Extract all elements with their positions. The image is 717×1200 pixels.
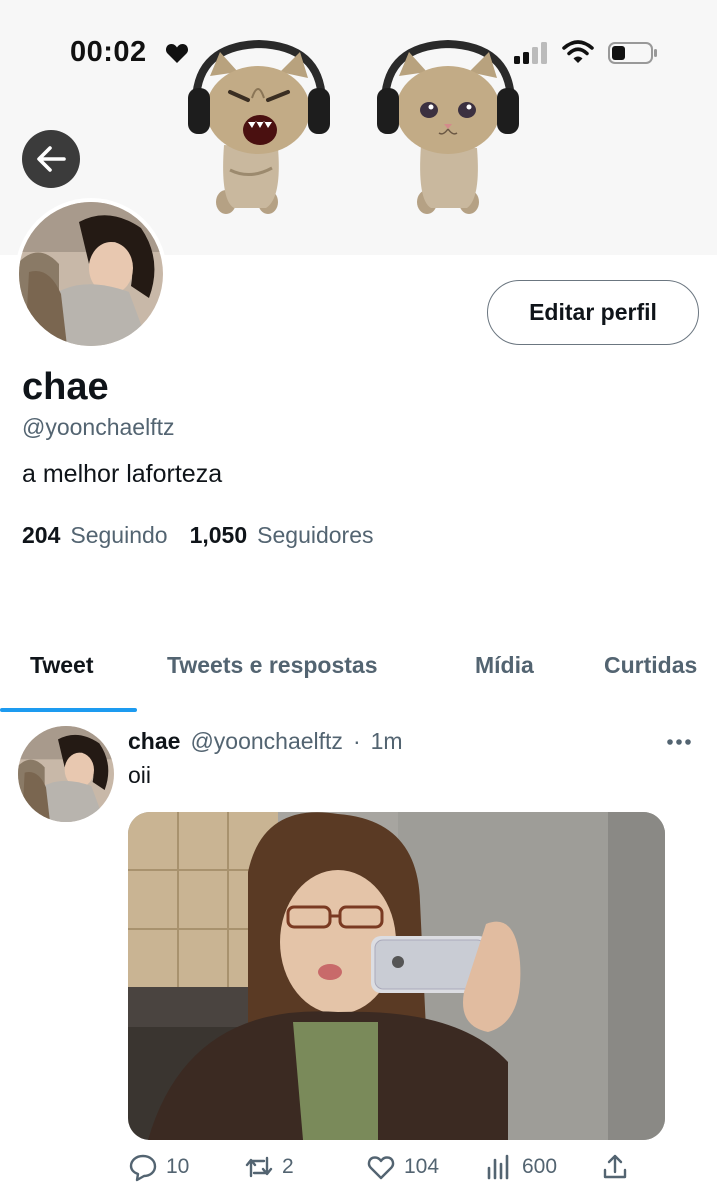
tab-tweet[interactable]: Tweet (30, 652, 93, 679)
profile-handle: @yoonchaelftz (22, 414, 175, 440)
cat-headphones-image (188, 40, 330, 214)
battery-icon (608, 42, 657, 64)
like-button[interactable]: 104 (366, 1152, 439, 1182)
more-icon[interactable] (666, 732, 692, 752)
reply-icon (129, 1154, 157, 1182)
back-button[interactable] (22, 130, 80, 188)
tweet-avatar[interactable] (18, 726, 114, 822)
views-button[interactable]: 600 (484, 1152, 557, 1182)
views-count: 600 (522, 1155, 558, 1178)
tweet-author-name[interactable]: chae (128, 728, 180, 755)
avatar-photo (19, 202, 163, 346)
retweet-icon (245, 1156, 273, 1178)
status-time: 00:02 (70, 36, 147, 68)
back-arrow-icon (37, 146, 66, 172)
following-label: Seguindo (70, 522, 168, 548)
follow-stats: 204 Seguindo 1,050 Seguidores (22, 522, 374, 549)
tab-tweets-replies[interactable]: Tweets e respostas (167, 652, 378, 679)
avatar-photo (18, 726, 114, 822)
tab-likes[interactable]: Curtidas (604, 652, 697, 679)
profile-bio: a melhor laforteza (22, 460, 223, 488)
tab-active-indicator (0, 708, 137, 712)
tweet-timestamp[interactable]: 1m (371, 728, 403, 755)
like-icon (367, 1156, 395, 1180)
share-icon (603, 1154, 627, 1179)
cat-headphones-image (377, 40, 519, 214)
edit-profile-button[interactable]: Editar perfil (487, 280, 699, 345)
tweet-header: chae @yoonchaelftz · 1m (128, 728, 403, 755)
like-count: 104 (404, 1155, 440, 1178)
followers-count: 1,050 (189, 522, 248, 548)
profile-name: chae (22, 366, 109, 408)
tweet-author-handle[interactable]: @yoonchaelftz (190, 728, 343, 755)
profile-tabs: Tweet Tweets e respostas Mídia Curtidas (0, 640, 717, 712)
mirror-selfie-photo (128, 812, 665, 1140)
retweet-count: 2 (282, 1155, 294, 1178)
tweet-separator: · (352, 728, 361, 754)
followers-label: Seguidores (257, 522, 374, 548)
wifi-icon (562, 40, 594, 63)
retweet-button[interactable]: 2 (244, 1152, 294, 1182)
profile-avatar[interactable] (15, 198, 167, 350)
followers-link[interactable]: 1,050 Seguidores (190, 522, 374, 549)
tweet-text: oii (128, 762, 152, 788)
reply-button[interactable]: 10 (128, 1152, 189, 1182)
reply-count: 10 (166, 1155, 190, 1178)
following-count: 204 (22, 522, 61, 548)
views-icon (487, 1154, 509, 1180)
tweet-media-photo[interactable] (128, 812, 665, 1140)
tab-media[interactable]: Mídia (475, 652, 534, 679)
tweet-actions: 10 2 104 600 (128, 1152, 648, 1192)
following-link[interactable]: 204 Seguindo (22, 522, 168, 549)
share-button[interactable] (600, 1152, 630, 1182)
